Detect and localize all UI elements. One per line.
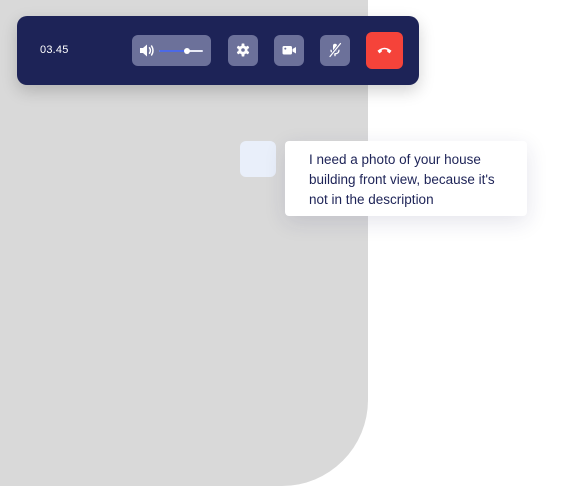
mute-microphone-button[interactable] xyxy=(320,35,350,66)
gear-icon xyxy=(236,43,250,57)
video-camera-icon xyxy=(282,46,296,55)
call-screen: 03.45 I need a photo of your house build… xyxy=(0,0,563,486)
call-timer: 03.45 xyxy=(40,44,69,56)
chat-message-bubble: I need a photo of your house building fr… xyxy=(285,141,527,216)
phone-hangup-icon xyxy=(377,47,392,54)
volume-slider[interactable] xyxy=(159,48,203,54)
chat-message-text: I need a photo of your house building fr… xyxy=(309,152,495,207)
volume-slider-handle[interactable] xyxy=(184,48,191,54)
call-control-bar: 03.45 xyxy=(17,16,419,85)
video-toggle-button[interactable] xyxy=(274,35,304,66)
volume-fill xyxy=(159,50,188,52)
settings-button[interactable] xyxy=(228,35,258,66)
volume-control xyxy=(132,35,211,66)
microphone-muted-icon xyxy=(328,42,342,58)
avatar xyxy=(240,141,276,177)
end-call-button[interactable] xyxy=(366,32,403,69)
speaker-icon[interactable] xyxy=(139,43,155,58)
